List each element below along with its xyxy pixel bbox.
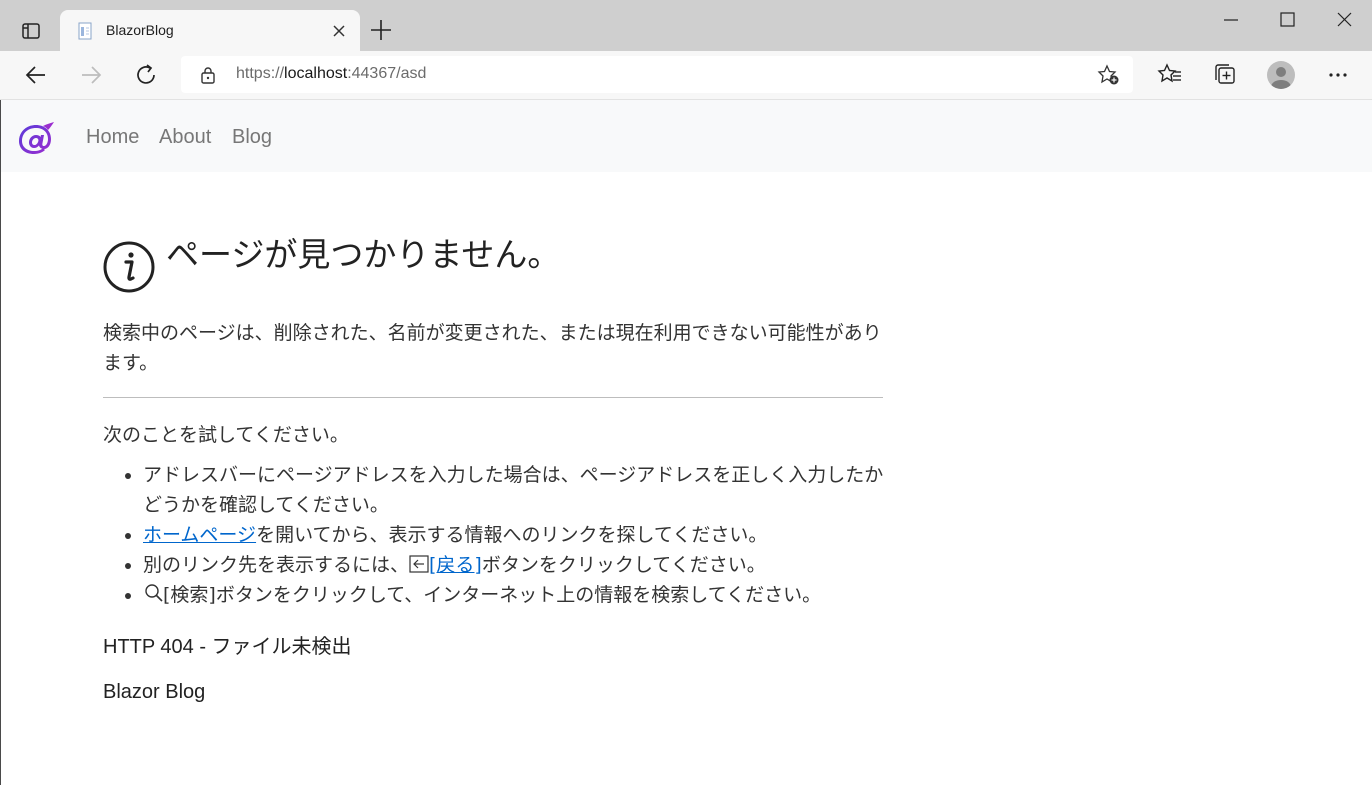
back-button-icon bbox=[409, 555, 429, 573]
profile-icon bbox=[1271, 67, 1291, 89]
site-navbar: Home About Blog bbox=[1, 100, 1372, 172]
back-link[interactable]: [戻る] bbox=[429, 554, 482, 576]
nav-home-link[interactable]: Home bbox=[86, 126, 139, 149]
maximize-icon[interactable] bbox=[1267, 8, 1307, 32]
try-heading: 次のことを試してください。 bbox=[103, 424, 349, 446]
tip-text: [検索]ボタンをクリックして、インターネット上の情報を検索してください。 bbox=[163, 584, 822, 606]
new-tab-icon[interactable] bbox=[368, 17, 394, 43]
tip-text: を開いてから、表示する情報へのリンクを探してください。 bbox=[256, 524, 768, 546]
page-favicon-icon bbox=[78, 22, 92, 40]
url-path: :44367/asd bbox=[347, 65, 427, 82]
minimize-icon[interactable] bbox=[1211, 8, 1251, 32]
url-text: https://localhost:44367/asd bbox=[236, 65, 426, 83]
tab-actions-icon bbox=[22, 23, 40, 39]
browser-titlebar: BlazorBlog bbox=[0, 0, 1372, 51]
url-scheme: https:// bbox=[236, 65, 285, 82]
blazor-logo-icon[interactable] bbox=[17, 122, 55, 156]
browser-toolbar: https://localhost:44367/asd bbox=[0, 51, 1372, 100]
browser-tab-active[interactable]: BlazorBlog bbox=[60, 10, 360, 51]
nav-about-link[interactable]: About bbox=[159, 126, 211, 149]
http-status: HTTP 404 - ファイル未検出 bbox=[103, 636, 352, 658]
nav-blog-link[interactable]: Blog bbox=[232, 126, 272, 149]
error-description: 検索中のページは、削除された、名前が変更された、または現在利用できない可能性があ… bbox=[103, 322, 882, 374]
list-item: [検索]ボタンをクリックして、インターネット上の情報を検索してください。 bbox=[143, 580, 888, 610]
favorites-icon[interactable] bbox=[1157, 62, 1183, 88]
list-item: ホームページを開いてから、表示する情報へのリンクを探してください。 bbox=[143, 520, 888, 550]
search-icon bbox=[145, 584, 163, 602]
address-bar[interactable]: https://localhost:44367/asd bbox=[181, 56, 1133, 93]
tab-actions-button[interactable] bbox=[14, 14, 48, 48]
page-title: ページが見つかりません。 bbox=[166, 235, 561, 274]
page-left-border bbox=[0, 100, 1, 785]
tab-close-icon[interactable] bbox=[330, 22, 348, 40]
tab-title: BlazorBlog bbox=[106, 22, 174, 38]
window-close-icon[interactable] bbox=[1324, 8, 1364, 32]
url-host: localhost bbox=[284, 65, 348, 82]
refresh-icon[interactable] bbox=[133, 62, 159, 88]
suggestions-list: アドレスバーにページアドレスを入力した場合は、ページアドレスを正しく入力したかど… bbox=[103, 460, 888, 610]
divider bbox=[103, 397, 883, 398]
collections-icon[interactable] bbox=[1212, 62, 1238, 88]
homepage-link[interactable]: ホームページ bbox=[143, 524, 256, 546]
list-item: アドレスバーにページアドレスを入力した場合は、ページアドレスを正しく入力したかど… bbox=[143, 460, 888, 520]
tip-text: ボタンをクリックしてください。 bbox=[481, 554, 766, 576]
info-icon bbox=[103, 241, 155, 293]
profile-avatar[interactable] bbox=[1267, 61, 1295, 89]
tip-text: アドレスバーにページアドレスを入力した場合は、ページアドレスを正しく入力したかど… bbox=[143, 464, 884, 516]
site-info-lock-icon[interactable] bbox=[200, 66, 216, 84]
tip-text: 別のリンク先を表示するには、 bbox=[143, 554, 410, 576]
add-favorite-icon[interactable] bbox=[1097, 64, 1121, 86]
list-item: 別のリンク先を表示するには、 [戻る]ボタンをクリックしてください。 bbox=[143, 550, 888, 580]
site-footer-text: Blazor Blog bbox=[103, 681, 206, 703]
more-options-icon[interactable] bbox=[1325, 62, 1351, 88]
forward-icon[interactable] bbox=[78, 62, 104, 88]
back-icon[interactable] bbox=[23, 62, 49, 88]
